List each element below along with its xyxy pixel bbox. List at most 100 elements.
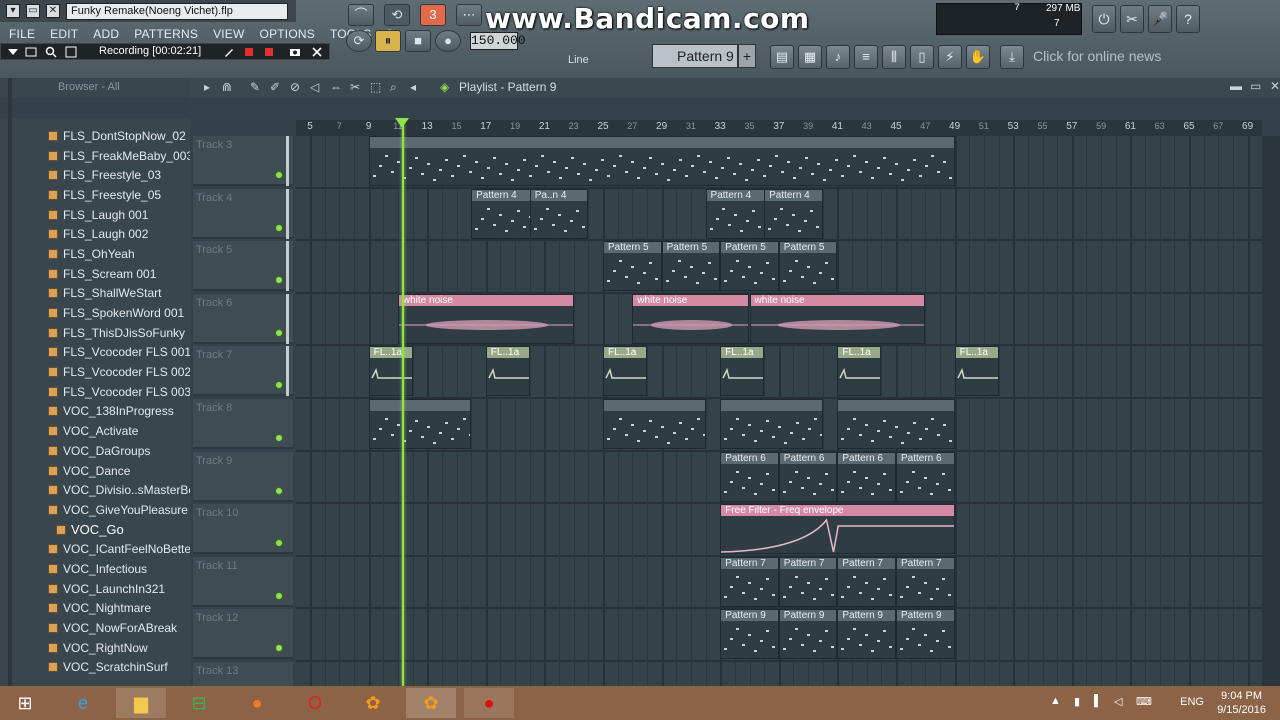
close-playlist-icon[interactable]: ✕ <box>1270 79 1280 93</box>
microphone-icon[interactable]: 🎤 <box>1148 5 1172 33</box>
loop-icon[interactable]: ⟳ <box>346 30 372 52</box>
pause-record-icon[interactable] <box>243 46 255 58</box>
step-edit-icon[interactable]: ⋯ <box>456 4 482 26</box>
browser-item[interactable]: VOC_ScratchinSurf <box>0 658 190 678</box>
network-icon[interactable]: ▌ <box>1094 695 1102 707</box>
channel-rack-icon[interactable]: ▯ <box>910 45 934 69</box>
zoom-tool-icon[interactable]: ⌕ <box>390 80 397 95</box>
internet-explorer-icon[interactable]: e <box>58 688 108 718</box>
playlist-clip[interactable]: Pattern 5 <box>661 241 721 292</box>
playlist-clip[interactable] <box>368 136 955 186</box>
browser-item[interactable]: FLS_FreakMeBaby_003 <box>0 146 190 166</box>
track-header[interactable]: Track 8 <box>193 399 293 449</box>
browser-item[interactable]: VOC_GiveYouPleasure <box>0 500 190 520</box>
browser-item[interactable]: FLS_Vcocoder FLS 001 <box>0 343 190 363</box>
file-explorer-icon[interactable]: ▆ <box>116 688 166 718</box>
loop-mode-icon[interactable]: ⟲ <box>384 4 410 26</box>
paint-tool-icon[interactable]: ✐ <box>270 80 280 94</box>
countdown-icon[interactable]: 3 <box>420 4 446 26</box>
clock-date[interactable]: 9/15/2016 <box>1217 704 1266 716</box>
bar-ruler[interactable]: 5 7 9 11 13 15 17 19 21 23 25 27 29 31 33 35 37 39 41 43 45 4… <box>296 120 1262 136</box>
playlist-clip[interactable]: FL..1a <box>954 346 999 397</box>
stop-button[interactable]: ■ <box>405 30 431 52</box>
track-mute-led[interactable] <box>275 381 283 390</box>
track-header[interactable]: Track 9 <box>193 451 293 502</box>
menu-edit[interactable]: EDIT <box>41 24 84 42</box>
track-header[interactable]: Track 11 <box>193 556 293 607</box>
playlist-clip[interactable]: FL..1a <box>720 346 765 397</box>
playlist-clip[interactable] <box>837 399 955 449</box>
playlist-clip[interactable]: Pattern 7 <box>720 556 779 607</box>
pause-button[interactable]: ⏸ <box>375 30 401 52</box>
playlist-clip[interactable]: Pattern 9 <box>720 609 779 660</box>
close-icon[interactable]: ✕ <box>46 4 60 18</box>
track-mute-led[interactable] <box>275 328 283 337</box>
track-header[interactable]: Track 12 <box>193 609 293 660</box>
track-mute-led[interactable] <box>275 171 283 179</box>
search-icon[interactable] <box>45 46 57 58</box>
playlist-clip[interactable]: white noise <box>632 293 750 344</box>
pencil-tool-icon[interactable]: ✎ <box>250 80 260 94</box>
input-language[interactable]: ENG <box>1180 696 1204 708</box>
browser-icon[interactable]: ≡ <box>854 45 878 69</box>
track-header[interactable]: Track 10 <box>193 504 293 555</box>
menu-options[interactable]: OPTIONS <box>251 24 321 42</box>
store-icon[interactable]: ⊟ <box>174 688 224 718</box>
playlist-clip[interactable]: Pattern 7 <box>837 556 896 607</box>
playlist-clip[interactable]: Pattern 5 <box>778 241 838 292</box>
tools-icon[interactable]: ✂ <box>1120 5 1144 33</box>
playlist-clip[interactable]: Pattern 6 <box>720 451 779 502</box>
mute-tool-icon[interactable]: ◁ <box>310 80 319 94</box>
playlist-clip[interactable]: Pattern 9 <box>896 609 955 660</box>
browser-item[interactable]: FLS_Vcocoder FLS 002 <box>0 362 190 382</box>
stop-record-icon[interactable] <box>263 46 275 58</box>
mixer-icon[interactable]: ⫼ <box>882 45 906 69</box>
menu-file[interactable]: FILE <box>0 24 41 42</box>
playlist-clip[interactable]: Pattern 6 <box>837 451 896 502</box>
playlist-clip[interactable]: Pattern 7 <box>778 556 838 607</box>
metronome-icon[interactable]: ⌒ <box>348 4 374 26</box>
browser-item[interactable]: FLS_Laugh 002 <box>0 224 190 244</box>
track-mute-led[interactable] <box>275 539 283 548</box>
track-mute-led[interactable] <box>275 223 283 232</box>
browser-item[interactable]: FLS_Freestyle_05 <box>0 185 190 205</box>
window-menu-icon[interactable]: ▾ <box>6 4 20 18</box>
browser-item[interactable]: VOC_Infectious <box>0 559 190 579</box>
playlist-clip[interactable]: white noise <box>397 293 574 344</box>
playlist-clip[interactable]: FL..1a <box>368 346 413 397</box>
firefox-icon[interactable]: ● <box>232 688 282 718</box>
slip-tool-icon[interactable]: ⇔ <box>330 80 342 94</box>
select-tool-icon[interactable]: ⬚ <box>370 80 381 94</box>
step-sequencer-icon[interactable]: ▦ <box>798 45 822 69</box>
playlist-clip[interactable]: Pa..n 4 <box>529 188 589 239</box>
track-header[interactable]: Track 6 <box>193 293 293 344</box>
browser-item[interactable]: VOC_RightNow <box>0 638 190 658</box>
playhead[interactable] <box>402 123 404 686</box>
playlist-clip[interactable]: white noise <box>749 293 926 344</box>
piano-roll-icon[interactable]: ♪ <box>826 45 850 69</box>
pattern-arrow-icon[interactable]: ◈ <box>440 80 449 94</box>
fl-studio-active-icon[interactable]: ✿ <box>406 688 456 718</box>
playlist-clip[interactable]: Pattern 6 <box>778 451 838 502</box>
pattern-selector[interactable]: Pattern 9 <box>652 44 738 68</box>
record-button[interactable]: ● <box>435 30 461 52</box>
browser-item[interactable]: VOC_Dance <box>0 461 190 481</box>
power-icon[interactable]: ⏻ <box>1092 5 1116 33</box>
playlist-clip[interactable]: Pattern 7 <box>896 556 955 607</box>
browser-item[interactable]: VOC_138InProgress <box>0 402 190 422</box>
browser-item[interactable]: FLS_Scream 001 <box>0 264 190 284</box>
dropdown-icon[interactable] <box>7 46 19 58</box>
playlist-clip[interactable]: Pattern 5 <box>720 241 779 292</box>
tray-up-icon[interactable]: ▲ <box>1050 695 1061 707</box>
close-recorder-icon[interactable] <box>311 46 323 58</box>
browser-item[interactable]: VOC_ICantFeelNoBetter <box>0 539 190 559</box>
browser-item[interactable]: FLS_Freestyle_03 <box>0 165 190 185</box>
playlist-clip[interactable]: Free Filter - Freq envelope <box>720 504 955 555</box>
playlist-vertical-scrollbar[interactable] <box>1262 136 1280 686</box>
delete-tool-icon[interactable]: ⊘ <box>290 80 300 94</box>
maximize-playlist-icon[interactable]: ▭ <box>1250 79 1261 93</box>
browser-item[interactable]: VOC_DaGroups <box>0 441 190 461</box>
pencil-icon[interactable] <box>223 46 235 58</box>
menu-add[interactable]: ADD <box>84 24 125 42</box>
track-header[interactable]: Track 4 <box>193 188 293 239</box>
